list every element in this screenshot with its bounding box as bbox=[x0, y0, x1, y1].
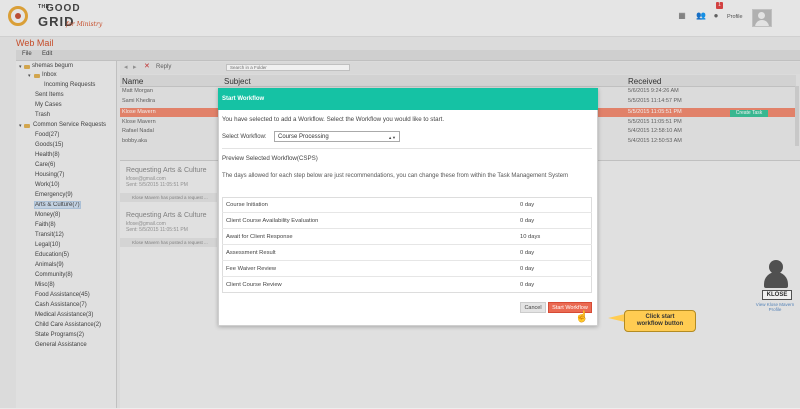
modal-title: Start Workflow bbox=[222, 96, 265, 102]
step-row: Course Initiation 0 day bbox=[222, 197, 592, 213]
workflow-select-value: Course Processing bbox=[278, 134, 329, 140]
step-row: Await for Client Response 10 days bbox=[222, 229, 592, 245]
callout-line-2: workflow button bbox=[636, 321, 684, 327]
preview-workflow-heading: Preview Selected Workflow(CSPS) bbox=[222, 155, 318, 162]
cancel-button[interactable]: Cancel bbox=[520, 302, 546, 313]
step-row: Client Course Availability Evaluation 0 … bbox=[222, 213, 592, 229]
select-workflow-label: Select Workflow: bbox=[222, 134, 267, 140]
callout-pointer bbox=[608, 314, 625, 322]
divider bbox=[222, 148, 592, 149]
step-days: 0 day bbox=[520, 282, 535, 288]
step-days: 0 day bbox=[520, 266, 535, 272]
chevron-down-icon: ▲▼ bbox=[388, 135, 396, 140]
callout-line-1: Click start bbox=[645, 314, 675, 320]
workflow-select[interactable]: Course Processing ▲▼ bbox=[274, 131, 400, 142]
step-name: Client Course Review bbox=[226, 282, 282, 288]
step-days: 0 day bbox=[520, 202, 535, 208]
step-row: Fee Waiver Review 0 day bbox=[222, 261, 592, 277]
step-name: Assessment Result bbox=[226, 250, 276, 256]
step-days: 0 day bbox=[520, 250, 535, 256]
modal-header bbox=[218, 88, 598, 110]
step-days: 0 day bbox=[520, 218, 535, 224]
step-name: Client Course Availability Evaluation bbox=[226, 218, 319, 224]
modal-intro-text: You have selected to add a Workflow. Sel… bbox=[222, 116, 445, 123]
step-name: Await for Client Response bbox=[226, 234, 293, 240]
instruction-callout: Click start workflow button bbox=[624, 310, 696, 332]
hand-cursor-icon: ☝ bbox=[575, 311, 589, 323]
step-name: Course Initiation bbox=[226, 202, 268, 208]
days-note: The days allowed for each step below are… bbox=[222, 173, 569, 179]
step-row: Assessment Result 0 day bbox=[222, 245, 592, 261]
step-row: Client Course Review 0 day bbox=[222, 277, 592, 293]
step-days: 10 days bbox=[520, 234, 541, 240]
step-name: Fee Waiver Review bbox=[226, 266, 277, 272]
